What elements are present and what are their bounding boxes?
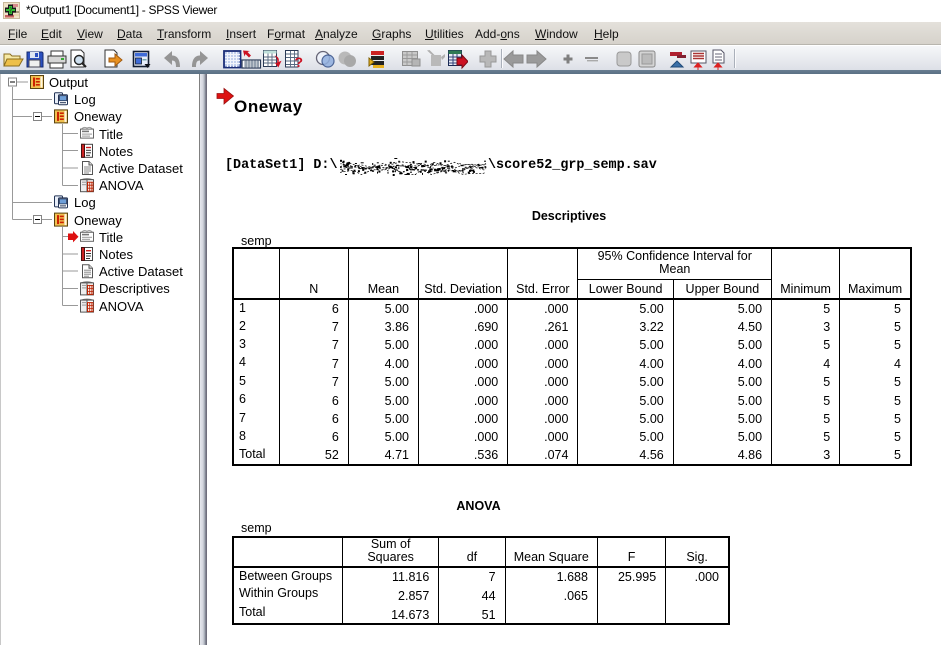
svg-text:?: ?: [295, 54, 304, 70]
